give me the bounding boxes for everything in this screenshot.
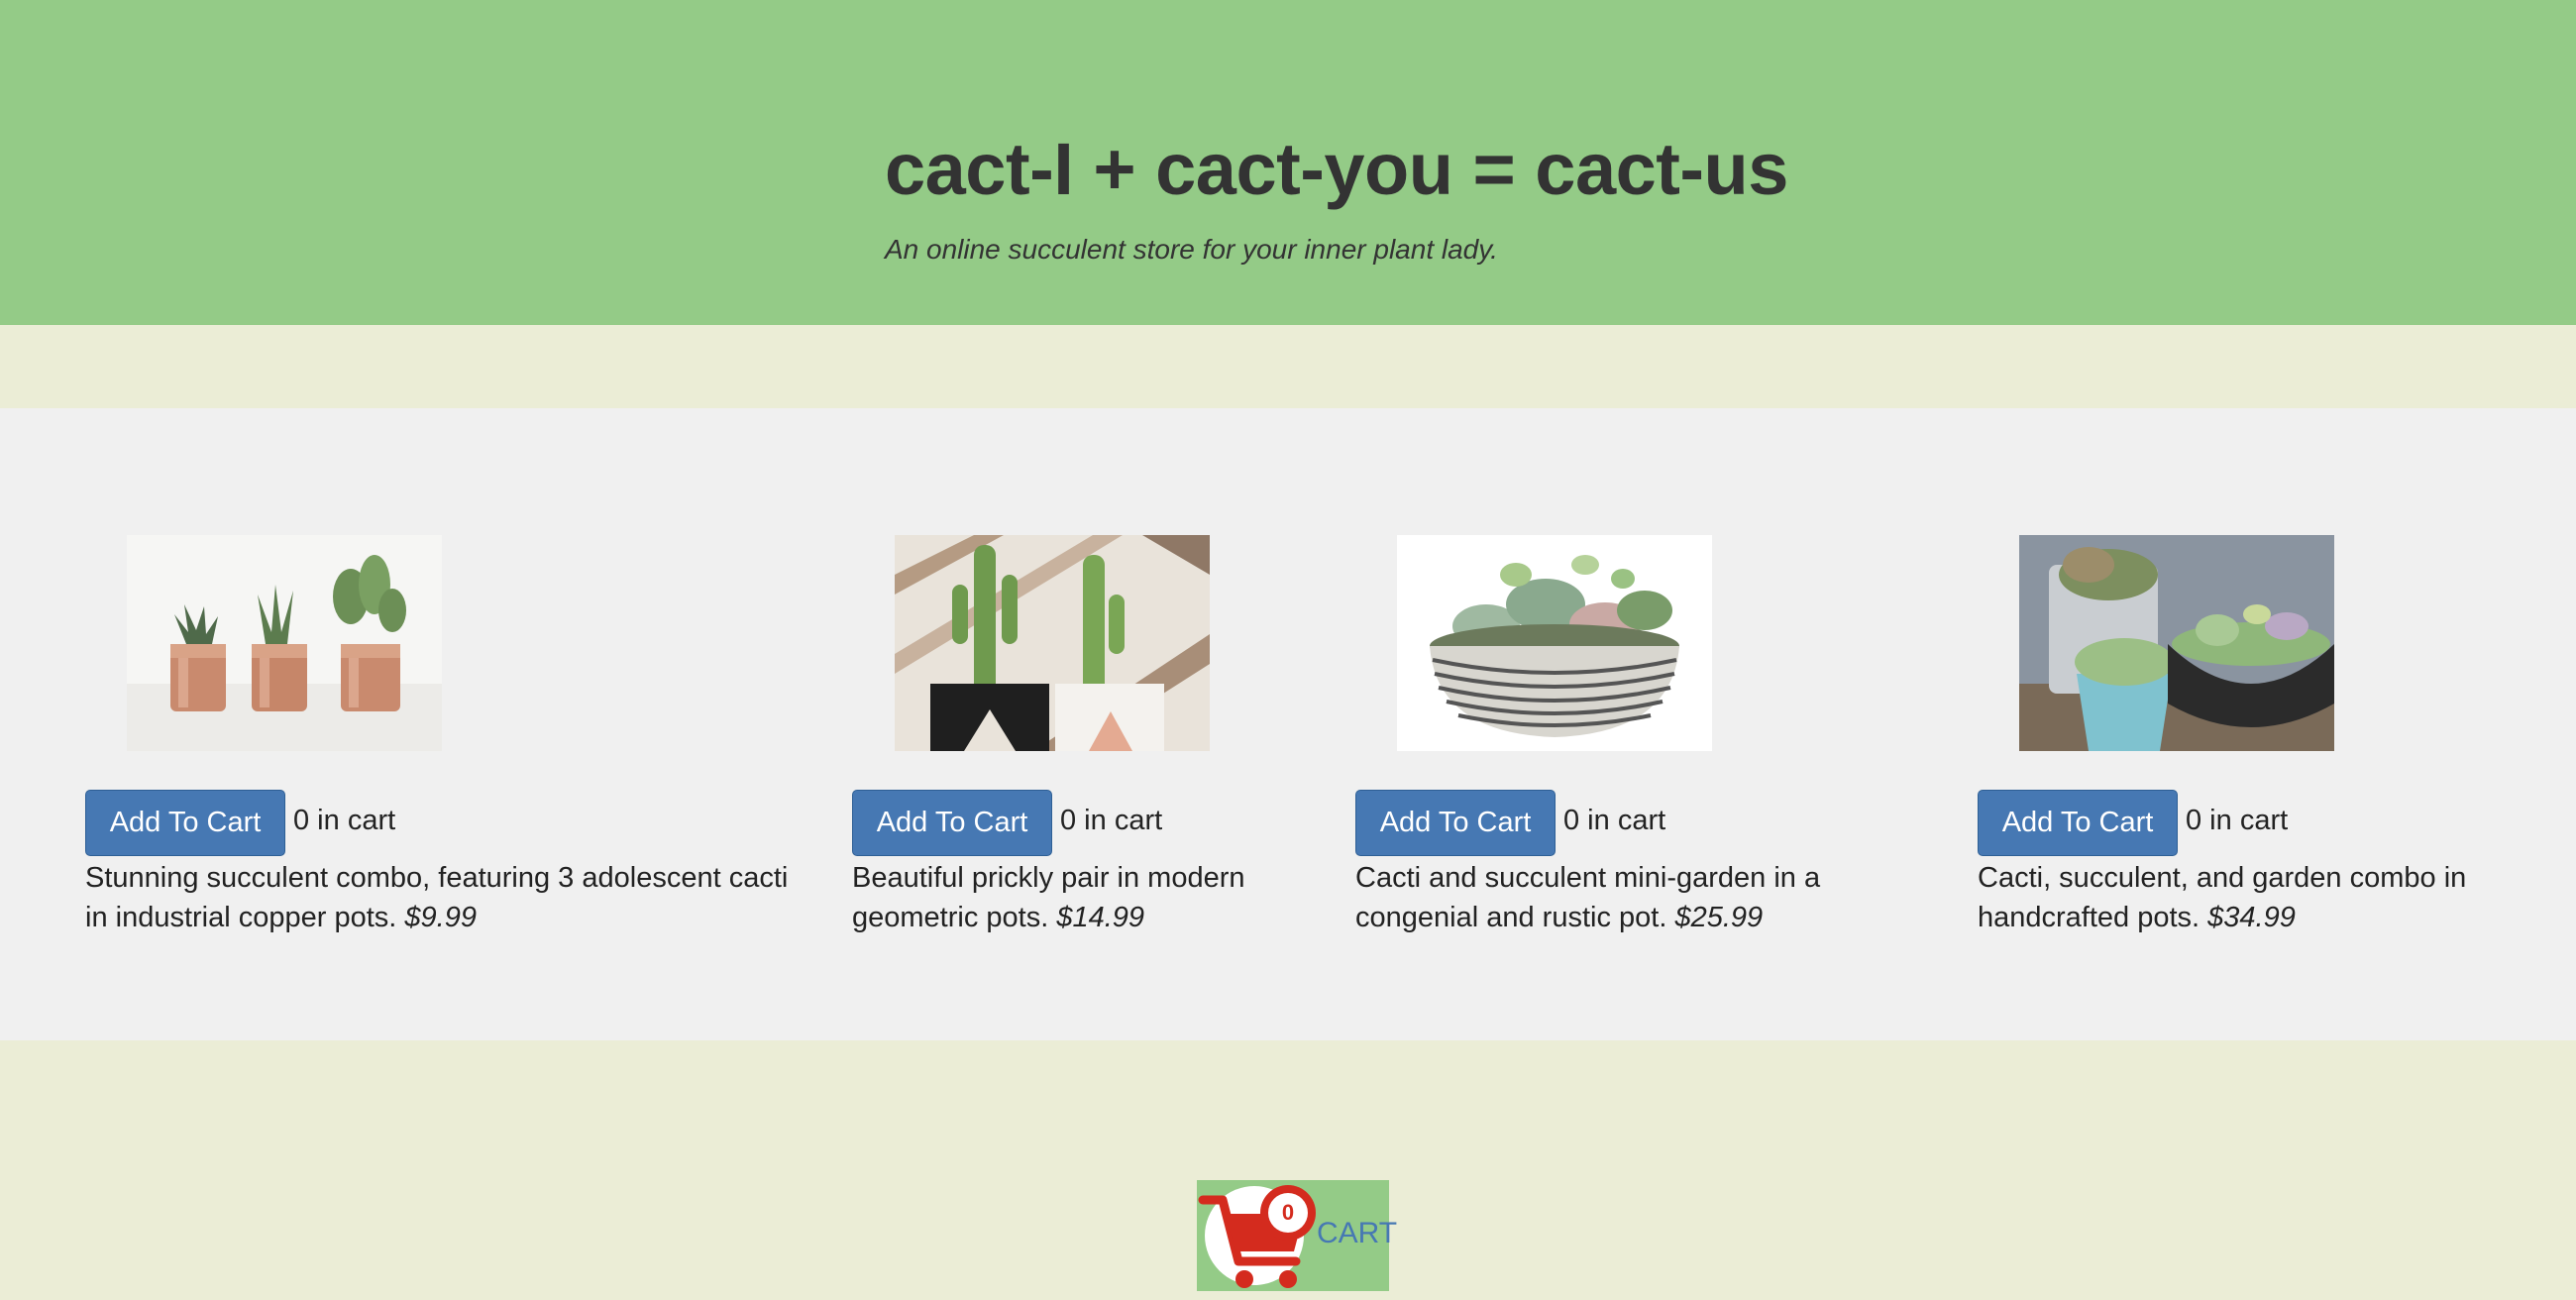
product-price: $34.99 (2207, 902, 2296, 933)
cart-quantity-text: 0 in cart (293, 805, 396, 836)
add-to-cart-button[interactable]: Add To Cart (852, 790, 1052, 856)
cart-quantity-text: 0 in cart (2186, 805, 2289, 836)
cart-label: CART (1317, 1217, 1398, 1249)
product-price: $9.99 (404, 902, 477, 933)
product-list: Add To Cart 0 in cart Stunning succulent… (0, 408, 2576, 1040)
product-image-handcrafted-pots[interactable] (2019, 535, 2334, 751)
cart-quantity-text: 0 in cart (1060, 805, 1163, 836)
product-description: Cacti and succulent mini-garden in a con… (1355, 858, 1871, 937)
product-description: Stunning succulent combo, featuring 3 ad… (85, 858, 789, 937)
add-to-cart-button[interactable]: Add To Cart (1355, 790, 1556, 856)
product-price: $14.99 (1056, 902, 1145, 933)
product-description-text: Beautiful prickly pair in modern geometr… (852, 862, 1245, 933)
product-description: Cacti, succulent, and garden combo in ha… (1978, 858, 2513, 937)
cart-quantity-text: 0 in cart (1563, 805, 1666, 836)
cart-button[interactable]: 0 CART (1197, 1180, 1397, 1291)
page-subtitle: An online succulent store for your inner… (885, 234, 1498, 265)
add-to-cart-button[interactable]: Add To Cart (85, 790, 285, 856)
product-image-geometric-pots[interactable] (895, 535, 1210, 751)
product-description: Beautiful prickly pair in modern geometr… (852, 858, 1308, 937)
hero-banner: cact-I + cact-you = cact-us An online su… (0, 0, 2576, 325)
product-price: $25.99 (1674, 902, 1764, 933)
spacer-band (0, 325, 2576, 408)
page-title: cact-I + cact-you = cact-us (885, 128, 1788, 210)
add-to-cart-button[interactable]: Add To Cart (1978, 790, 2178, 856)
product-image-rustic-pot[interactable] (1397, 535, 1712, 751)
cart-count-badge: 0 (1281, 1200, 1295, 1225)
product-image-copper-pots[interactable] (127, 535, 442, 751)
